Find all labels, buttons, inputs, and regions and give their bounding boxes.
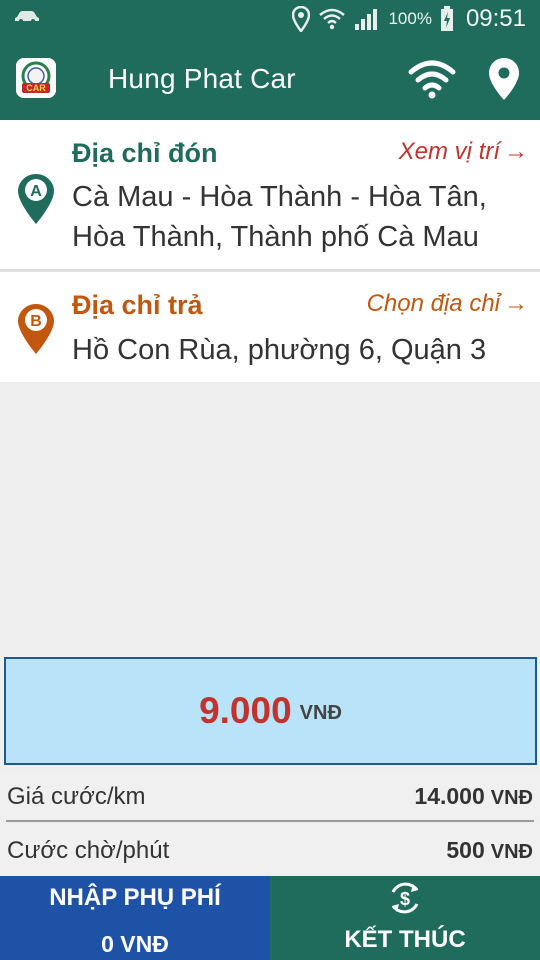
arrow-right-icon: → (504, 290, 528, 317)
wifi-icon (319, 8, 346, 30)
svg-text:CAR: CAR (26, 83, 46, 93)
view-location-link[interactable]: Xem vị trí → (399, 138, 528, 166)
pickup-marker-icon: A (18, 174, 54, 224)
battery-percent: 100% (388, 9, 432, 28)
refresh-dollar-icon: $ (391, 882, 419, 914)
svg-text:$: $ (400, 889, 410, 909)
finish-label: KẾT THÚC (344, 926, 466, 953)
svg-text:B: B (30, 313, 42, 330)
wait-rate-label: Cước chờ/phút (7, 837, 170, 864)
app-logo-icon: CAR (16, 58, 56, 98)
location-icon (292, 6, 311, 32)
choose-address-link[interactable]: Chọn địa chỉ → (367, 290, 528, 318)
pickup-address-line2: Hòa Thành, Thành phố Cà Mau (72, 221, 479, 253)
svg-text:A: A (30, 183, 42, 200)
pickup-address: Cà Mau - Hòa Thành - Hòa Tân, Hòa Thành,… (72, 177, 532, 257)
rate-per-km-label: Giá cước/km (7, 783, 146, 810)
finish-trip-button[interactable]: $ KẾT THÚC (270, 876, 540, 960)
battery-charging-icon (440, 6, 453, 31)
wait-rate-row: Cước chờ/phút 500 VNĐ (0, 824, 540, 874)
fare-unit: VNĐ (299, 701, 342, 724)
rate-per-km-unit: VNĐ (490, 787, 533, 809)
arrow-right-icon: → (504, 138, 528, 165)
pickup-label: Địa chỉ đón (72, 138, 218, 168)
pickup-address-line1: Cà Mau - Hòa Thành - Hòa Tân, (72, 181, 487, 213)
dropoff-address: Hồ Con Rùa, phường 6, Quận 3 (72, 334, 487, 366)
wifi-icon[interactable] (408, 58, 456, 100)
wait-rate-unit: VNĐ (490, 841, 533, 863)
rate-divider (6, 820, 534, 822)
choose-address-label: Chọn địa chỉ (366, 290, 500, 317)
rate-per-km-value: 14.000 VNĐ (414, 783, 533, 810)
clock: 09:51 (465, 5, 526, 32)
fare-display: 9.000 VNĐ (4, 657, 537, 765)
surcharge-label: NHẬP PHỤ PHÍ (49, 884, 221, 911)
rate-per-km-amount: 14.000 (414, 783, 485, 809)
pickup-card[interactable]: A Địa chỉ đón Xem vị trí → Cà Mau - Hòa … (0, 120, 540, 269)
car-icon (15, 11, 39, 23)
signal-icon (355, 9, 378, 30)
app-bar: CAR Hung Phat Car (0, 38, 540, 120)
dropoff-card[interactable]: B Địa chỉ trả Chọn địa chỉ → Hồ Con Rùa,… (0, 272, 540, 382)
fare-amount: 9.000 (199, 690, 292, 731)
app-title: Hung Phat Car (108, 63, 296, 94)
rate-per-km-row: Giá cước/km 14.000 VNĐ (0, 770, 540, 820)
enter-surcharge-button[interactable]: NHẬP PHỤ PHÍ 0 VNĐ (0, 876, 270, 960)
status-bar: 100% 09:51 (0, 0, 540, 38)
surcharge-value: 0 VNĐ (101, 931, 169, 957)
wait-rate-value: 500 VNĐ (446, 837, 533, 864)
wait-rate-amount: 500 (446, 837, 485, 863)
dropoff-marker-icon: B (18, 304, 54, 354)
dropoff-label: Địa chỉ trả (72, 290, 203, 320)
view-location-label: Xem vị trí (398, 138, 500, 165)
location-pin-icon[interactable] (486, 56, 522, 102)
